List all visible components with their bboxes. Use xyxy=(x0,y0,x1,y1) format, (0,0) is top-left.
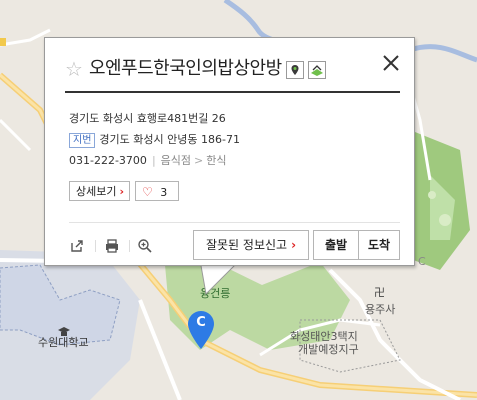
title-row: ☆ 오엔푸드한국인의밥상안방 xyxy=(65,57,326,81)
phone-number[interactable]: 031-222-3700 xyxy=(69,154,147,167)
district-label-line-2: 개발예정지구 xyxy=(298,343,359,356)
start-button[interactable]: 출발 xyxy=(313,230,359,260)
chevron-right-icon: › xyxy=(119,185,125,198)
map-layer-icon xyxy=(307,61,326,79)
road-address: 경기도 화성시 효행로481번길 26 xyxy=(69,112,226,125)
university-icon xyxy=(58,322,70,336)
place-title[interactable]: 오엔푸드한국인의밥상안방 xyxy=(89,57,282,81)
zoom-icon[interactable] xyxy=(137,238,153,254)
category: 음식점 xyxy=(160,154,192,167)
like-count: 3 xyxy=(160,186,168,199)
print-icon[interactable] xyxy=(104,238,120,254)
jibun-address: 경기도 화성시 안녕동 186-71 xyxy=(99,133,240,146)
close-icon[interactable] xyxy=(380,52,402,74)
jibun-address-row: 지번 경기도 화성시 안녕동 186-71 xyxy=(69,131,240,148)
district-label-line-1: 화성태안3택지 xyxy=(290,330,358,343)
detail-button-label: 상세보기 xyxy=(76,185,117,198)
report-error-label: 잘못된 정보신고 xyxy=(205,238,288,252)
location-marker[interactable]: C xyxy=(188,311,214,349)
report-error-button[interactable]: 잘못된 정보신고 › xyxy=(193,230,309,260)
location-pin-icon xyxy=(285,61,304,79)
like-button[interactable]: ♡ 3 xyxy=(135,181,179,201)
chevron-right-icon: › xyxy=(291,238,297,252)
chevron-right-icon: > xyxy=(194,154,204,167)
marker-letter: C xyxy=(196,315,206,330)
heart-icon: ♡ xyxy=(142,185,153,199)
star-icon[interactable]: ☆ xyxy=(65,57,83,81)
district-label: 화성태안3택지 개발예정지구 xyxy=(290,330,359,356)
contact-row: 031-222-3700 | 음식점 > 한식 xyxy=(69,152,227,168)
map-edge-letter: C xyxy=(418,255,426,268)
toolbar-separator xyxy=(129,240,130,252)
title-divider xyxy=(65,91,400,93)
bottom-divider xyxy=(69,222,400,223)
subcategory: 한식 xyxy=(206,154,227,167)
temple-label[interactable]: 용주사 xyxy=(365,301,395,317)
separator: | xyxy=(151,154,156,167)
detail-button[interactable]: 상세보기 › xyxy=(69,181,130,201)
share-icon[interactable] xyxy=(69,238,85,254)
place-info-popup: ☆ 오엔푸드한국인의밥상안방 경기도 화성시 효행로481번길 26 지번 경기도… xyxy=(44,37,415,266)
temple-icon: 卍 xyxy=(374,286,385,299)
arrive-button[interactable]: 도착 xyxy=(358,230,400,260)
jibun-badge: 지번 xyxy=(69,133,96,148)
toolbar-separator xyxy=(95,240,96,252)
